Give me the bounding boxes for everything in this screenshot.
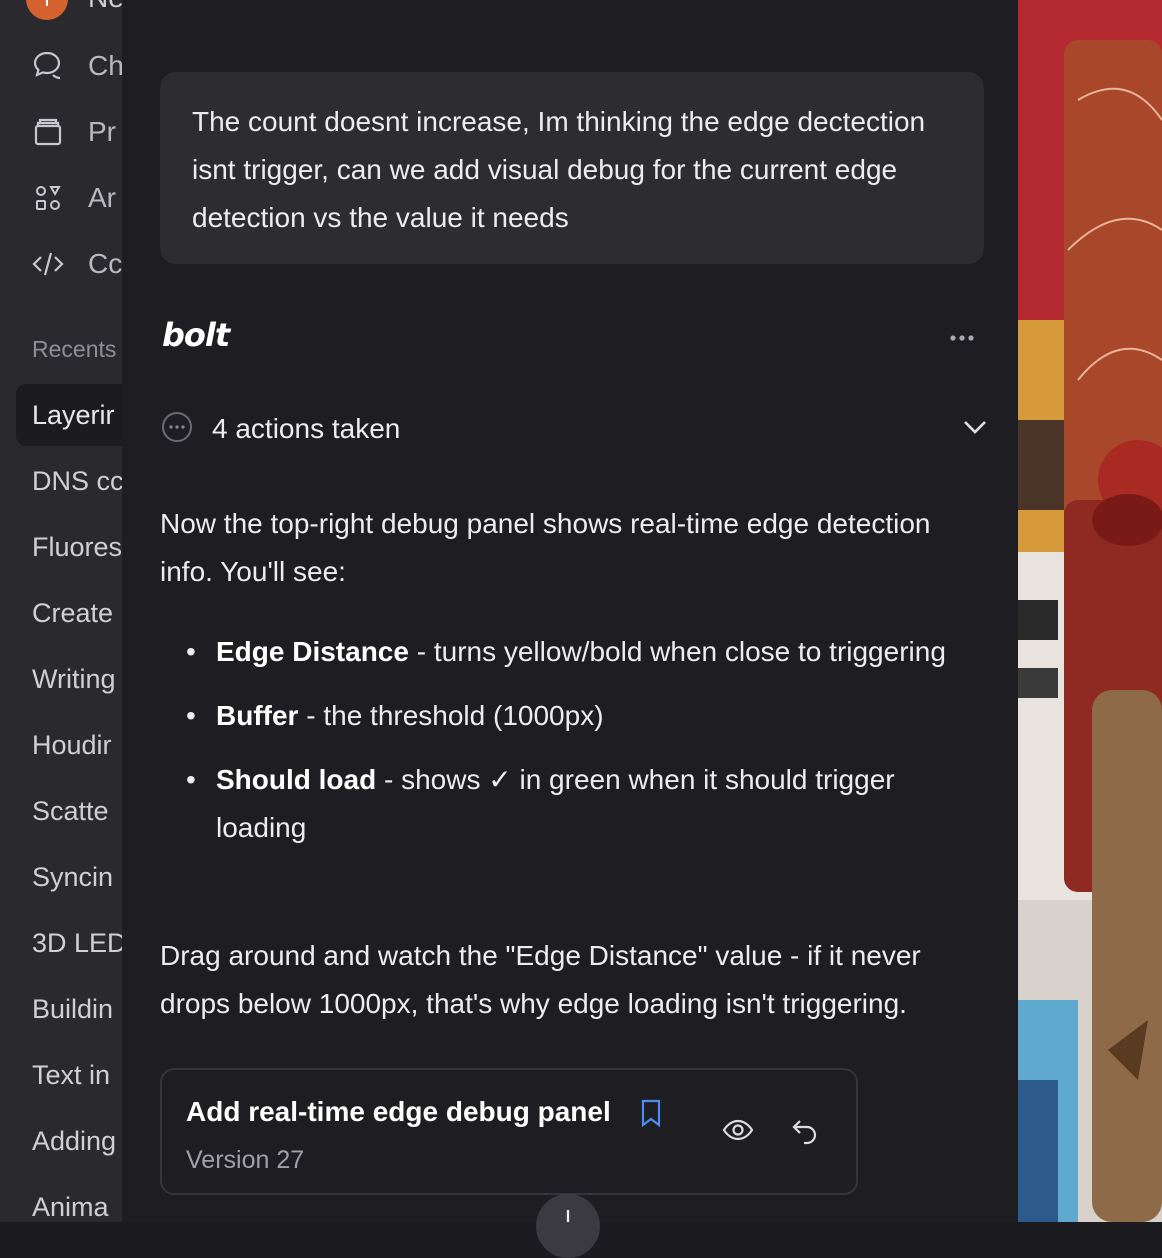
restore-undo-icon[interactable] xyxy=(790,1116,820,1151)
more-options-button[interactable] xyxy=(944,324,980,352)
code-icon xyxy=(30,246,66,282)
new-chat-label[interactable]: Ne xyxy=(88,0,122,14)
artifacts-icon xyxy=(30,180,66,216)
assistant-intro: Now the top-right debug panel shows real… xyxy=(160,508,931,587)
assistant-outro: Drag around and watch the "Edge Distance… xyxy=(160,940,921,1019)
bullet-text: - the threshold (1000px) xyxy=(298,700,604,731)
actions-status-icon xyxy=(160,410,194,449)
ellipsis-icon xyxy=(949,329,975,347)
recent-item[interactable]: DNS cc xyxy=(16,450,122,512)
nav-artifacts[interactable]: Ar xyxy=(30,178,116,218)
recent-item[interactable]: Fluores xyxy=(16,516,122,578)
recent-item[interactable]: Buildin xyxy=(16,978,122,1040)
nav-chats[interactable]: Ch xyxy=(30,46,123,86)
version-number: Version 27 xyxy=(186,1146,305,1174)
scroll-down-button[interactable] xyxy=(536,1194,600,1258)
recent-item[interactable]: Adding xyxy=(16,1110,122,1172)
nav-projects[interactable]: Pr xyxy=(30,112,116,152)
bullet-list: Edge Distance - turns yellow/bold when c… xyxy=(160,628,990,868)
recent-item[interactable]: Anima xyxy=(16,1176,122,1222)
bullet-term: Buffer xyxy=(216,700,299,731)
arrow-down-icon xyxy=(560,1208,576,1258)
list-item: Buffer - the threshold (1000px) xyxy=(160,692,990,740)
nav-label: Cc xyxy=(88,248,123,279)
bullet-term: Edge Distance xyxy=(216,636,409,667)
preview-artwork xyxy=(1018,0,1162,1222)
assistant-logo: bolt xyxy=(162,316,230,354)
bullet-term: Should load xyxy=(216,764,377,795)
preview-eye-icon[interactable] xyxy=(722,1116,754,1149)
actions-label: 4 actions taken xyxy=(212,413,401,444)
list-item: Edge Distance - turns yellow/bold when c… xyxy=(160,628,990,676)
projects-icon xyxy=(30,114,66,150)
recent-item[interactable]: Scatte xyxy=(16,780,122,842)
recent-item[interactable]: Houdir xyxy=(16,714,122,776)
version-card[interactable]: Add real-time edge debug panel Version 2… xyxy=(160,1068,858,1195)
chevron-down-icon[interactable] xyxy=(960,412,990,447)
recent-item[interactable]: Writing xyxy=(16,648,122,710)
recent-item[interactable]: Create xyxy=(16,582,122,644)
preview-canvas[interactable] xyxy=(1018,0,1162,1222)
nav-label: Ar xyxy=(88,182,116,213)
user-avatar[interactable]: T xyxy=(26,0,68,20)
chat-panel: The count doesnt increase, Im thinking t… xyxy=(122,0,1018,1258)
nav-code[interactable]: Cc xyxy=(30,244,122,284)
list-item: Should load - shows ✓ in green when it s… xyxy=(160,756,990,852)
actions-toggle[interactable]: 4 actions taken xyxy=(160,402,990,456)
recent-item[interactable]: 3D LED xyxy=(16,912,122,974)
chat-icon xyxy=(30,48,66,84)
bullet-text: - turns yellow/bold when close to trigge… xyxy=(408,636,946,667)
version-title: Add real-time edge debug panel xyxy=(186,1096,611,1127)
nav-label: Pr xyxy=(88,116,116,147)
recent-item[interactable]: Syncin xyxy=(16,846,122,908)
user-message: The count doesnt increase, Im thinking t… xyxy=(160,72,984,264)
recent-item[interactable]: Layerir xyxy=(16,384,122,446)
bookmark-icon[interactable] xyxy=(638,1098,664,1133)
nav-label: Ch xyxy=(88,50,123,81)
sidebar: T Ne Ch Pr Ar Cc Recents Layerir DNS cc … xyxy=(0,0,123,1222)
recent-item[interactable]: Text in xyxy=(16,1044,122,1106)
recents-heading: Recents xyxy=(32,336,117,362)
